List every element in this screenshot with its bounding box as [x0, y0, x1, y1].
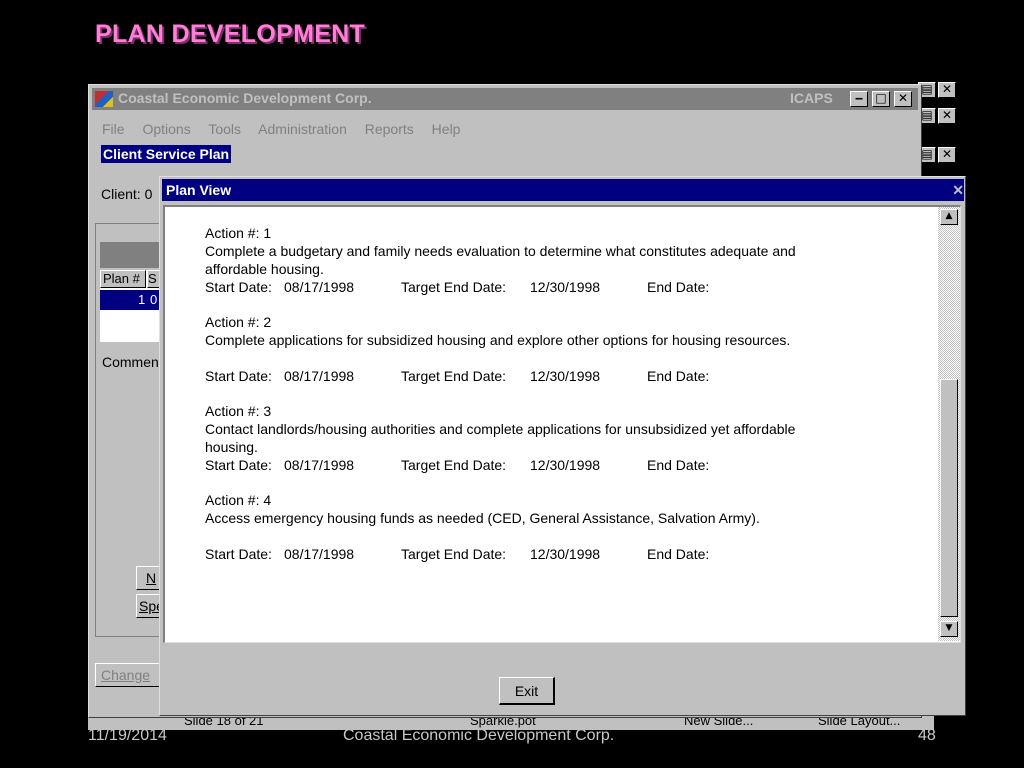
start-date-value: 08/17/1998: [284, 457, 355, 473]
bg-window-buttons: ▤ ✕ ▤ ✕ ▤ ✕: [916, 80, 966, 170]
action-description-cont: affordable housing.: [205, 261, 324, 277]
target-date-value: 12/30/1998: [530, 279, 601, 295]
dialog-title: Plan View: [166, 182, 232, 198]
plan-panel-header: [100, 242, 160, 268]
start-date-label: Start Date:: [205, 457, 272, 473]
end-date-label: End Date:: [647, 457, 710, 473]
app-logo-icon: [95, 91, 113, 107]
action-description-cont: housing.: [205, 439, 258, 455]
change-button[interactable]: Change: [95, 663, 161, 687]
exit-button[interactable]: Exit: [499, 677, 555, 705]
start-date-label: Start Date:: [205, 546, 272, 562]
app-title: Coastal Economic Development Corp.: [118, 90, 372, 106]
close-icon[interactable]: ✕: [952, 182, 964, 199]
scroll-up-icon[interactable]: ▲: [940, 209, 958, 225]
plan-panel: Plan # S 1 0 Commen N Spe: [95, 223, 166, 637]
client-label: Client: 0: [101, 186, 153, 202]
action-label: Action #: 3: [205, 403, 272, 419]
action-description: Complete applications for subsidized hou…: [205, 332, 791, 348]
maximize-icon[interactable]: □: [872, 91, 890, 107]
close-icon[interactable]: ✕: [938, 82, 956, 98]
action-description: Complete a budgetary and family needs ev…: [205, 243, 796, 259]
start-date-label: Start Date:: [205, 368, 272, 384]
plan-view-dialog: Plan View ✕ Action #: 1 Complete a budget…: [159, 176, 966, 716]
menu-tools[interactable]: Tools: [208, 121, 241, 137]
action-description: Access emergency housing funds as needed…: [205, 510, 760, 526]
close-icon[interactable]: ✕: [938, 108, 956, 124]
actions-list: Action #: 1 Complete a budgetary and fami…: [165, 207, 941, 641]
menu-reports[interactable]: Reports: [365, 121, 414, 137]
minimize-icon[interactable]: ‒: [850, 91, 868, 107]
action-label: Action #: 4: [205, 492, 272, 508]
end-date-label: End Date:: [647, 368, 710, 384]
slide-title: PLAN DEVELOPMENT: [95, 20, 366, 48]
ppt-status-bar: Slide 18 of 21 Sparkle.pot New Slide... …: [88, 716, 934, 730]
start-date-label: Start Date:: [205, 279, 272, 295]
end-date-label: End Date:: [647, 279, 710, 295]
plan-status: 0: [150, 292, 158, 307]
start-date-value: 08/17/1998: [284, 368, 355, 384]
plan-number: 1: [138, 292, 146, 307]
plan-view-content: Action #: 1 Complete a budgetary and fami…: [163, 205, 961, 643]
start-date-value: 08/17/1998: [284, 546, 355, 562]
menu-help[interactable]: Help: [432, 121, 461, 137]
menu-bar: File Options Tools Administration Report…: [102, 121, 474, 137]
doc-title: Client Service Plan: [101, 145, 232, 163]
action-label: Action #: 1: [205, 225, 272, 241]
plan-col-header[interactable]: Plan #: [100, 270, 146, 288]
target-date-value: 12/30/1998: [530, 546, 601, 562]
scroll-thumb[interactable]: [940, 379, 958, 617]
dialog-title-bar: Plan View ✕: [162, 179, 964, 201]
plan-row-selected[interactable]: 1 0: [100, 290, 160, 310]
app-right-label: ICAPS: [790, 90, 833, 106]
vertical-scrollbar[interactable]: ▲ ▼: [938, 207, 960, 641]
target-date-label: Target End Date:: [401, 546, 507, 562]
start-date-value: 08/17/1998: [284, 279, 355, 295]
scroll-down-icon[interactable]: ▼: [940, 621, 958, 637]
comments-label: Commen: [102, 354, 159, 370]
plan-table: Plan # S 1 0: [100, 270, 161, 342]
target-date-label: Target End Date:: [401, 457, 507, 473]
target-date-value: 12/30/1998: [530, 457, 601, 473]
target-date-label: Target End Date:: [401, 368, 507, 384]
action-description: Contact landlords/housing authorities an…: [205, 421, 796, 437]
target-date-label: Target End Date:: [401, 279, 507, 295]
app-title-bar: Coastal Economic Development Corp. ICAPS…: [92, 88, 918, 110]
menu-options[interactable]: Options: [142, 121, 190, 137]
action-label: Action #: 2: [205, 314, 272, 330]
close-icon[interactable]: ✕: [894, 91, 912, 107]
menu-file[interactable]: File: [102, 121, 125, 137]
end-date-label: End Date:: [647, 546, 710, 562]
target-date-value: 12/30/1998: [530, 368, 601, 384]
menu-administration[interactable]: Administration: [258, 121, 347, 137]
close-icon[interactable]: ✕: [938, 147, 956, 163]
